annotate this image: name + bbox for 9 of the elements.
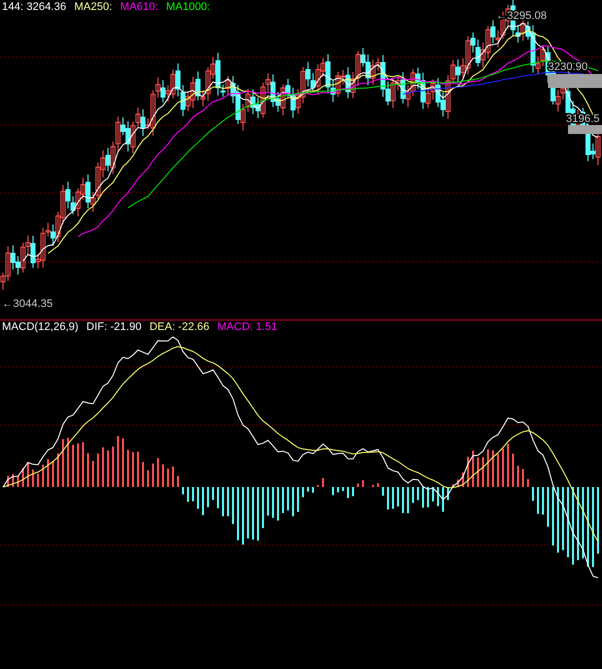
indicator-label: 144: 3264.36 [2,1,66,14]
indicator-label: MA1000: [166,1,210,14]
indicator-label: MA610: [120,1,158,14]
indicator-label: DEA: -22.66 [149,321,210,334]
indicator-label: MA250: [74,1,112,14]
indicator-label: MACD: 1.51 [217,321,278,334]
indicator-label: DIF: -21.90 [86,321,142,334]
indicator-label: MACD(12,26,9) [2,321,78,334]
price-label: ←3044.35 [2,298,53,310]
